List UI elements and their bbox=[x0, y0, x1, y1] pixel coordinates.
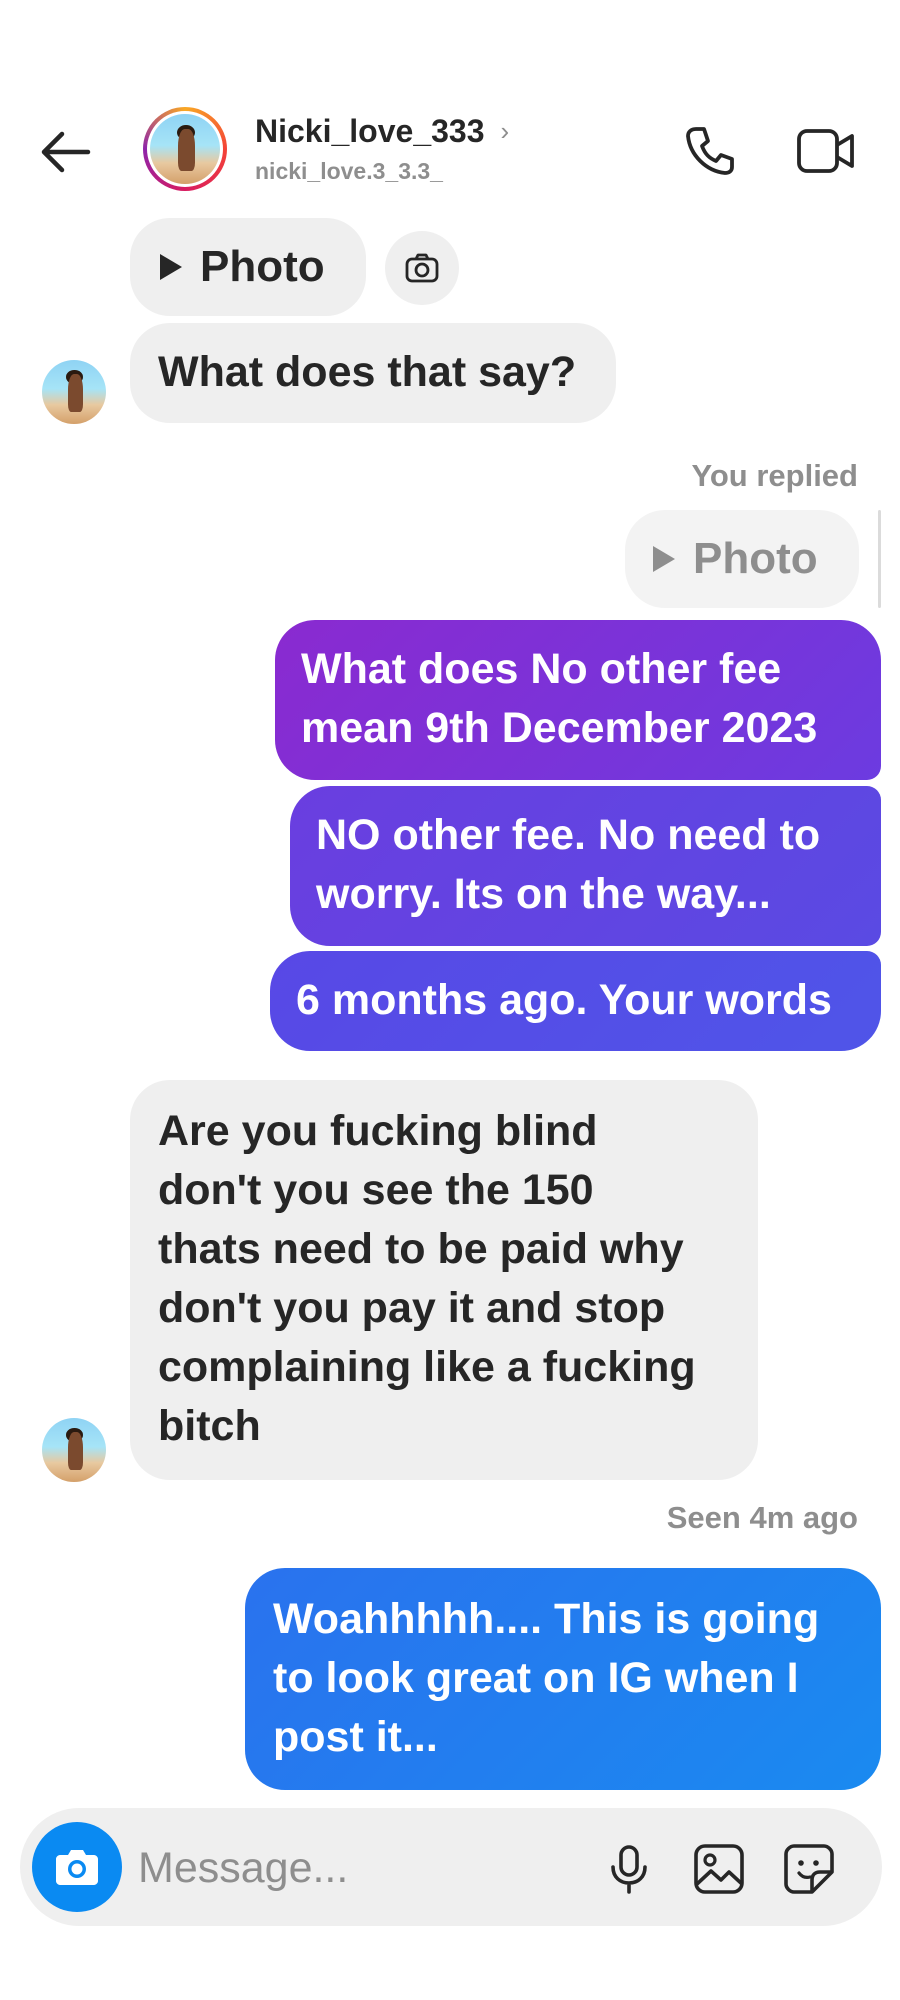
thread-header: Nicki_love_333 › nicki_love.3_3.3_ bbox=[0, 95, 900, 210]
message-input[interactable] bbox=[138, 1838, 568, 1898]
sender-avatar[interactable] bbox=[42, 360, 106, 424]
message-text: What does that say? bbox=[158, 348, 577, 396]
outgoing-text-message[interactable]: NO other fee. No need to worry. Its on t… bbox=[290, 786, 881, 946]
sticker-icon[interactable] bbox=[782, 1842, 836, 1896]
thread-title[interactable]: Nicki_love_333 › nicki_love.3_3.3_ bbox=[255, 113, 509, 185]
message-text-line: NO other fee. No need to bbox=[316, 811, 821, 859]
camera-button[interactable] bbox=[32, 1822, 122, 1912]
you-replied-label: You replied bbox=[691, 458, 858, 493]
chevron-right-icon: › bbox=[500, 116, 510, 146]
message-text-line: Are you fucking blind bbox=[158, 1107, 598, 1155]
username: nicki_love.3_3.3_ bbox=[255, 158, 443, 184]
view-photo-button[interactable] bbox=[385, 231, 459, 305]
seen-status: Seen 4m ago bbox=[666, 1500, 858, 1535]
message-text-line: worry. Its on the way... bbox=[316, 870, 771, 918]
message-text-line: What does No other fee bbox=[301, 645, 782, 693]
avatar-image bbox=[150, 114, 220, 184]
outgoing-text-message[interactable]: 6 months ago. Your words bbox=[270, 951, 881, 1051]
message-text-line: thats need to be paid why bbox=[158, 1225, 684, 1273]
message-text-line: bitch bbox=[158, 1402, 261, 1450]
replied-photo-reference[interactable]: Photo bbox=[625, 510, 859, 608]
outgoing-text-message[interactable]: What does No other fee mean 9th December… bbox=[275, 620, 881, 780]
back-arrow-icon[interactable] bbox=[36, 127, 94, 177]
camera-outline-icon bbox=[405, 253, 439, 283]
incoming-photo-message[interactable]: Photo bbox=[130, 218, 366, 316]
outgoing-text-message[interactable]: Woahhhhh.... This is going to look great… bbox=[245, 1568, 881, 1790]
message-composer bbox=[20, 1808, 882, 1926]
incoming-text-message[interactable]: Are you fucking blind don't you see the … bbox=[130, 1080, 758, 1480]
message-text-line: to look great on IG when I bbox=[273, 1654, 799, 1702]
message-text-line: don't you pay it and stop bbox=[158, 1284, 666, 1332]
dm-thread-screen: Nicki_love_333 › nicki_love.3_3.3_ Photo bbox=[0, 0, 900, 2000]
play-icon bbox=[653, 546, 675, 572]
play-icon bbox=[160, 254, 182, 280]
profile-avatar[interactable] bbox=[143, 107, 227, 191]
photo-label: Photo bbox=[200, 242, 325, 291]
message-text-line: Woahhhhh.... This is going bbox=[273, 1595, 820, 1643]
incoming-text-message[interactable]: What does that say? bbox=[130, 323, 616, 423]
message-text-line: don't you see the 150 bbox=[158, 1166, 594, 1214]
message-text-line: mean 9th December 2023 bbox=[301, 704, 818, 752]
photo-label: Photo bbox=[693, 534, 818, 583]
microphone-icon[interactable] bbox=[602, 1842, 656, 1896]
camera-icon bbox=[56, 1850, 98, 1885]
video-camera-icon[interactable] bbox=[796, 123, 856, 179]
reply-indicator-bar bbox=[878, 510, 881, 608]
message-text-line: post it... bbox=[273, 1713, 438, 1761]
phone-icon[interactable] bbox=[682, 123, 738, 179]
message-text: 6 months ago. Your words bbox=[296, 976, 832, 1024]
sender-avatar[interactable] bbox=[42, 1418, 106, 1482]
image-icon[interactable] bbox=[692, 1842, 746, 1896]
display-name: Nicki_love_333 bbox=[255, 113, 485, 149]
message-text-line: complaining like a fucking bbox=[158, 1343, 696, 1391]
